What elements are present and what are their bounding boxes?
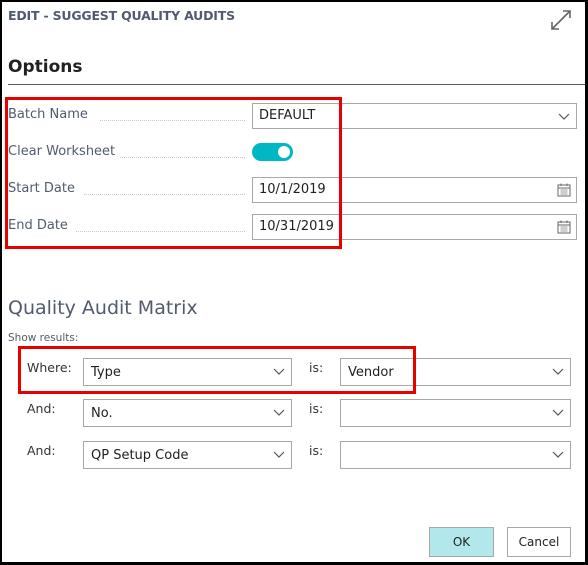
filter-field-dropdown-2[interactable]: No. [83,399,292,427]
chevron-down-icon [552,451,564,458]
filter-operator: is: [309,443,324,458]
filter-value-dropdown-3[interactable] [340,441,571,469]
chevron-down-icon [273,409,285,416]
filter-connector-and: And: [27,443,56,458]
filter-field-dropdown-3[interactable]: QP Setup Code [83,441,292,469]
filter-operator: is: [309,401,324,416]
chevron-down-icon [552,409,564,416]
section-divider [8,84,585,85]
dialog-title: EDIT - SUGGEST QUALITY AUDITS [8,8,235,23]
show-results-label: Show results: [8,332,79,344]
cancel-button[interactable]: Cancel [507,527,571,557]
chevron-down-icon [273,451,285,458]
matrix-section-title: Quality Audit Matrix [8,297,198,319]
filter-connector-and: And: [27,401,56,416]
filter-field-value: No. [91,406,113,421]
chevron-down-icon [558,113,570,120]
highlight-box-options [5,97,342,249]
expand-icon[interactable] [549,8,573,32]
chevron-down-icon [552,368,564,375]
options-section-title: Options [8,57,83,77]
ok-button[interactable]: OK [429,527,494,557]
filter-field-value: QP Setup Code [91,448,189,463]
dialog: EDIT - SUGGEST QUALITY AUDITS Options Ba… [2,2,585,562]
calendar-icon[interactable] [557,220,571,234]
highlight-box-filter [18,346,416,394]
calendar-icon[interactable] [557,183,571,197]
filter-value-dropdown-2[interactable] [340,399,571,427]
